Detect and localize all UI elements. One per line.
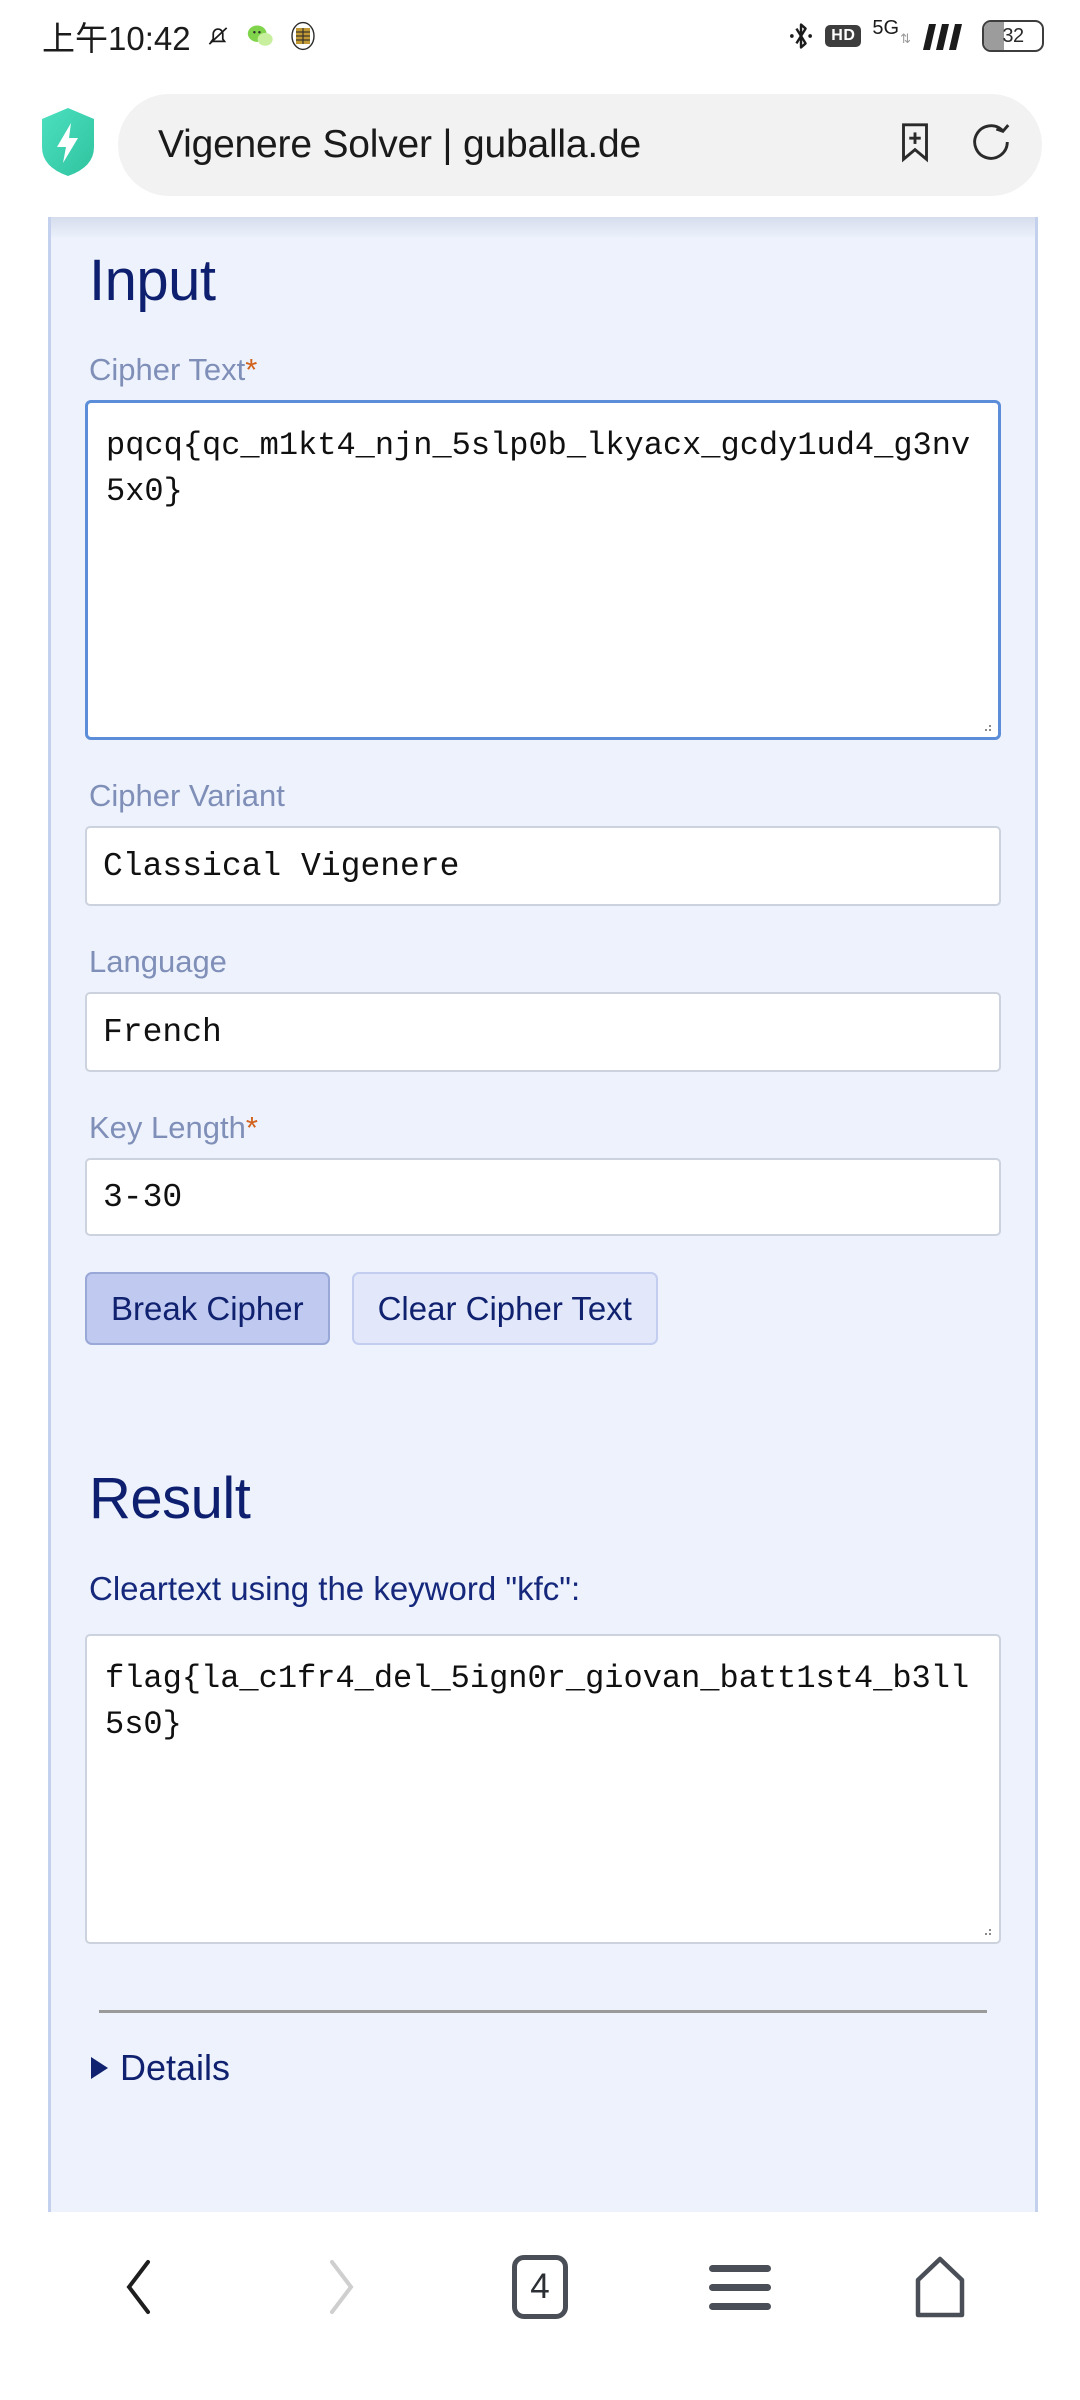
browser-back-button[interactable]: [80, 2232, 200, 2342]
app-icon: [289, 21, 317, 51]
cipher-text-wrapper: [85, 400, 1001, 740]
url-title: Vigenere Solver | guballa.de: [158, 122, 641, 166]
bell-off-icon: [205, 22, 231, 50]
tab-switcher-button[interactable]: 4: [480, 2232, 600, 2342]
language-select[interactable]: French: [85, 992, 1001, 1072]
cipher-text-label: Cipher Text*: [89, 352, 1001, 388]
cipher-text-input[interactable]: [85, 400, 1001, 740]
shield-logo[interactable]: [40, 107, 96, 182]
section-divider: [99, 2010, 987, 2013]
url-bar[interactable]: Vigenere Solver | guballa.de: [118, 93, 1042, 196]
scroll-shadow: [51, 217, 1035, 239]
reload-icon[interactable]: [968, 119, 1014, 170]
battery-icon: 32: [982, 20, 1044, 52]
hd-icon: HD: [825, 25, 862, 47]
cipher-text-label-text: Cipher Text: [89, 352, 246, 387]
key-length-required-marker: *: [245, 1110, 258, 1145]
menu-line: [709, 2264, 771, 2272]
battery-fill: [984, 22, 1004, 50]
status-bar-clock: 上午10:42: [42, 20, 191, 57]
key-length-label-text: Key Length: [89, 1110, 246, 1145]
status-bar-left: 上午10:42: [42, 12, 317, 60]
break-cipher-button[interactable]: Break Cipher: [85, 1272, 330, 1345]
menu-line: [709, 2302, 771, 2310]
system-navigation-bar: [0, 2362, 1080, 2400]
input-button-row: Break Cipher Clear Cipher Text: [85, 1272, 1001, 1345]
page-title-input: Input: [89, 248, 216, 313]
browser-menu-button[interactable]: [680, 2232, 800, 2342]
signal-icon: [921, 20, 971, 52]
cipher-variant-select[interactable]: Classical Vigenere: [85, 826, 1001, 906]
wechat-icon: [245, 21, 275, 51]
network-type-icon: 5G ⇅: [872, 18, 911, 46]
key-length-input[interactable]: [85, 1158, 1001, 1236]
chevron-right-icon: [91, 2057, 108, 2079]
bluetooth-icon: [788, 20, 814, 52]
data-arrows-icon: ⇅: [900, 31, 911, 46]
browser-toolbar: Vigenere Solver | guballa.de: [0, 72, 1080, 217]
menu-line: [709, 2283, 771, 2291]
system-recents-button[interactable]: [205, 2386, 315, 2400]
key-length-label: Key Length*: [89, 1110, 1001, 1146]
add-bookmark-icon[interactable]: [892, 119, 938, 170]
result-text-wrapper: [85, 1634, 1001, 1944]
tab-count-label: 4: [512, 2255, 568, 2319]
system-back-button[interactable]: [765, 2386, 875, 2400]
network-type-label: 5G: [872, 17, 900, 39]
cipher-variant-label: Cipher Variant: [89, 778, 285, 813]
clear-cipher-text-button[interactable]: Clear Cipher Text: [351, 1272, 658, 1345]
browser-nav-bar: 4: [0, 2212, 1080, 2362]
vigenere-solver-page: Input Cipher Text* Cipher Variant Classi…: [48, 217, 1038, 2212]
status-bar: 上午10:42 HD 5G ⇅ 32: [0, 0, 1080, 72]
details-disclosure[interactable]: Details: [91, 2047, 1001, 2089]
system-home-button[interactable]: [485, 2386, 595, 2400]
cleartext-output[interactable]: [85, 1634, 1001, 1944]
menu-icon: [709, 2264, 771, 2310]
browser-forward-button[interactable]: [280, 2232, 400, 2342]
details-label: Details: [120, 2047, 231, 2088]
language-label: Language: [89, 944, 227, 979]
browser-home-button[interactable]: [880, 2232, 1000, 2342]
cleartext-keyword-line: Cleartext using the keyword "kfc":: [89, 1570, 581, 1607]
web-content-viewport: Input Cipher Text* Cipher Variant Classi…: [0, 217, 1080, 2212]
page-title-result: Result: [89, 1466, 251, 1531]
status-bar-right: HD 5G ⇅ 32: [788, 18, 1044, 52]
cipher-text-required-marker: *: [245, 352, 258, 387]
battery-level-label: 32: [1002, 25, 1024, 47]
